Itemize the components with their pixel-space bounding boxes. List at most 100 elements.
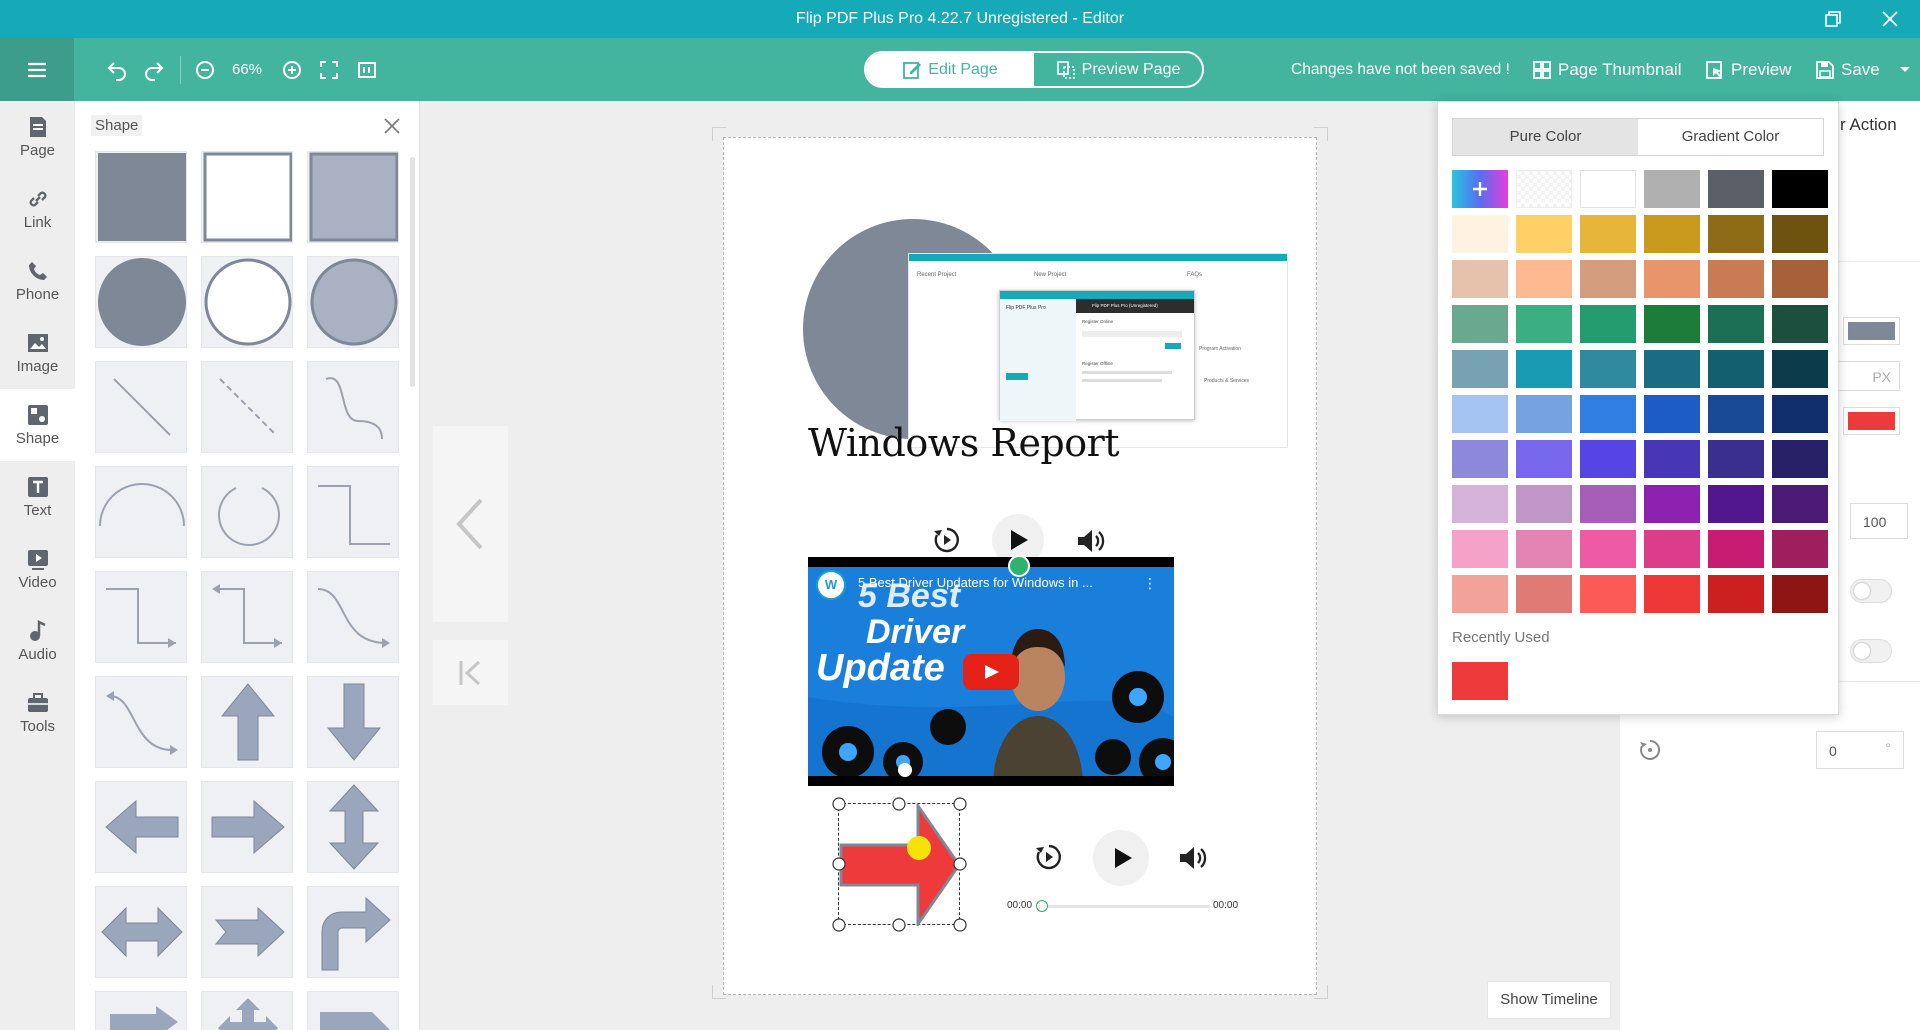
video-menu-icon[interactable]: ⋮ [1143, 575, 1157, 592]
canvas-video[interactable]: W 5 Best Driver Updaters for Windows in … [808, 557, 1174, 786]
color-swatch[interactable] [1516, 485, 1572, 523]
color-swatch[interactable] [1644, 440, 1700, 478]
previous-page-button[interactable] [433, 426, 508, 622]
color-swatch[interactable] [1580, 485, 1636, 523]
color-swatch[interactable] [1452, 260, 1508, 298]
audio-volume-icon[interactable] [1178, 844, 1208, 872]
save-button[interactable]: Save [1816, 38, 1880, 101]
tab-pure-color[interactable]: Pure Color [1453, 119, 1638, 155]
color-swatch[interactable] [1772, 350, 1828, 388]
color-swatch[interactable] [1772, 440, 1828, 478]
nav-page[interactable]: Page [0, 101, 75, 173]
edit-page-tab[interactable]: Edit Page [866, 53, 1034, 86]
shape-filled-rectangle[interactable] [95, 151, 187, 243]
color-swatch[interactable] [1580, 530, 1636, 568]
color-swatch[interactable] [1516, 440, 1572, 478]
shape-left-arrow[interactable] [95, 781, 187, 873]
color-swatch[interactable] [1708, 575, 1764, 613]
color-swatch[interactable] [1580, 170, 1636, 208]
shape-dashed-line[interactable] [201, 361, 293, 453]
redo-button[interactable] [141, 58, 167, 82]
close-icon[interactable] [383, 117, 401, 135]
color-swatch[interactable] [1644, 575, 1700, 613]
nav-audio[interactable]: Audio [0, 605, 75, 677]
fit-screen-button[interactable] [318, 58, 340, 82]
color-swatch[interactable] [1516, 215, 1572, 253]
color-swatch[interactable] [1708, 395, 1764, 433]
color-swatch[interactable] [1452, 440, 1508, 478]
selection-handle[interactable] [898, 763, 912, 777]
shape-light-rectangle[interactable] [307, 151, 399, 243]
color-swatch[interactable] [1708, 440, 1764, 478]
color-swatch[interactable] [1708, 170, 1764, 208]
shape-up-arrow[interactable] [201, 676, 293, 768]
close-icon[interactable] [1880, 9, 1900, 29]
canvas-screenshot-image[interactable]: Recent Project New Project FAQs Program … [908, 253, 1288, 448]
color-swatch[interactable] [1580, 395, 1636, 433]
shape-down-arrow[interactable] [307, 676, 399, 768]
nav-shape[interactable]: Shape [0, 389, 75, 461]
color-swatch[interactable] [1772, 170, 1828, 208]
shape-up-down-arrow[interactable] [307, 781, 399, 873]
audio-replay-icon[interactable] [1034, 842, 1064, 872]
color-swatch[interactable] [1516, 395, 1572, 433]
shape-curved-arrow[interactable] [95, 676, 187, 768]
shape-right-arrow[interactable] [201, 781, 293, 873]
color-swatch[interactable] [1580, 260, 1636, 298]
rotation-field[interactable]: 0 ° [1816, 731, 1904, 769]
audio-progress-track[interactable] [1040, 905, 1210, 908]
shape-open-circle[interactable] [201, 466, 293, 558]
color-swatch[interactable] [1644, 215, 1700, 253]
color-swatch[interactable] [1644, 395, 1700, 433]
color-swatch[interactable] [1516, 530, 1572, 568]
color-swatch[interactable] [1452, 215, 1508, 253]
opacity-field[interactable]: 100 [1850, 503, 1908, 539]
color-swatch[interactable] [1516, 305, 1572, 343]
border-color-field[interactable] [1843, 407, 1900, 435]
color-swatch[interactable] [1772, 485, 1828, 523]
replay-icon[interactable] [932, 525, 962, 555]
color-swatch[interactable] [1644, 350, 1700, 388]
color-swatch[interactable] [1772, 530, 1828, 568]
color-swatch[interactable] [1644, 485, 1700, 523]
tab-gradient-color[interactable]: Gradient Color [1638, 119, 1823, 155]
page-thumbnail-button[interactable]: Page Thumbnail [1533, 38, 1682, 101]
shape-quad-arrow[interactable] [201, 991, 293, 1030]
toggle-switch[interactable] [1850, 579, 1892, 603]
color-swatch[interactable] [1708, 350, 1764, 388]
add-color-swatch[interactable] [1452, 170, 1508, 208]
resize-handles[interactable] [830, 795, 970, 935]
color-swatch[interactable] [1708, 305, 1764, 343]
shape-filled-circle[interactable] [95, 256, 187, 348]
shape-curve[interactable] [307, 361, 399, 453]
show-timeline-button[interactable]: Show Timeline [1487, 981, 1611, 1019]
nav-link[interactable]: Link [0, 173, 75, 245]
shape-line[interactable] [95, 361, 187, 453]
preview-page-tab[interactable]: Preview Page [1034, 53, 1202, 86]
canvas-heading[interactable]: Windows Report [808, 421, 1120, 465]
nav-video[interactable]: Video [0, 533, 75, 605]
color-swatch[interactable] [1772, 260, 1828, 298]
zoom-out-button[interactable] [194, 58, 216, 82]
color-swatch[interactable] [1516, 350, 1572, 388]
shape-right-arrow-small[interactable] [95, 991, 187, 1030]
shape-notched-right-arrow[interactable] [201, 886, 293, 978]
shape-scrollbar[interactable] [410, 157, 415, 387]
audio-progress-knob[interactable] [1036, 900, 1048, 912]
color-swatch[interactable] [1580, 575, 1636, 613]
zoom-in-button[interactable] [281, 58, 303, 82]
color-swatch[interactable] [1580, 440, 1636, 478]
color-swatch[interactable] [1516, 575, 1572, 613]
color-swatch[interactable] [1772, 395, 1828, 433]
color-swatch[interactable] [1452, 350, 1508, 388]
color-swatch[interactable] [1772, 305, 1828, 343]
youtube-play-button[interactable] [963, 654, 1019, 690]
nav-phone[interactable]: Phone [0, 245, 75, 317]
color-swatch[interactable] [1644, 530, 1700, 568]
toggle-switch[interactable] [1850, 639, 1892, 663]
color-swatch[interactable] [1772, 215, 1828, 253]
nav-tools[interactable]: Tools [0, 677, 75, 749]
shape-step-line[interactable] [307, 466, 399, 558]
color-swatch[interactable] [1708, 260, 1764, 298]
color-swatch[interactable] [1644, 170, 1700, 208]
